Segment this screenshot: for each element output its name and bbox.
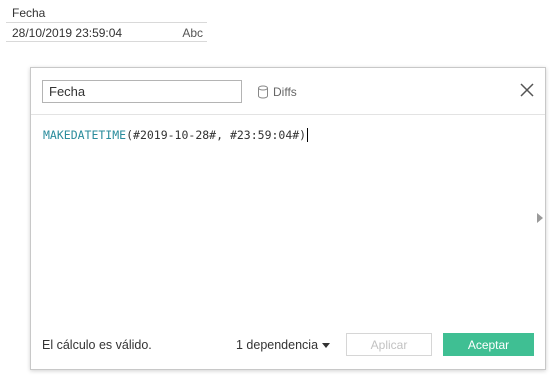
formula-args: (#2019-10-28#, #23:59:04#) <box>126 128 307 142</box>
field-row[interactable]: 28/10/2019 23:59:04 Abc <box>6 22 207 42</box>
text-caret <box>307 128 309 142</box>
formula-function: MAKEDATETIME <box>43 128 127 142</box>
page: Fecha 28/10/2019 23:59:04 Abc Diffs MAKE… <box>0 0 557 381</box>
diffs-label: Diffs <box>273 85 297 99</box>
dependencies-label: 1 dependencia <box>236 338 319 352</box>
close-icon <box>520 83 534 97</box>
close-button[interactable] <box>519 82 535 98</box>
calculation-dialog: Diffs MAKEDATETIME(#2019-10-28#, #23:59:… <box>30 67 546 370</box>
field-header: Fecha <box>12 6 46 20</box>
field-value: 28/10/2019 23:59:04 <box>12 26 123 40</box>
apply-button[interactable]: Aplicar <box>346 333 432 356</box>
caret-down-icon <box>322 343 331 348</box>
calculation-name-input[interactable] <box>42 80 242 103</box>
dependencies-dropdown[interactable]: 1 dependencia <box>236 338 331 352</box>
arrow-right-icon[interactable] <box>537 213 543 223</box>
accept-button[interactable]: Aceptar <box>443 333 534 356</box>
validation-status: El cálculo es válido. <box>42 338 152 352</box>
field-type-label: Abc <box>182 26 203 40</box>
header-divider <box>31 114 545 115</box>
database-icon <box>257 85 269 99</box>
formula-editor[interactable]: MAKEDATETIME(#2019-10-28#, #23:59:04#) <box>43 128 533 328</box>
diffs-button[interactable]: Diffs <box>257 83 297 101</box>
